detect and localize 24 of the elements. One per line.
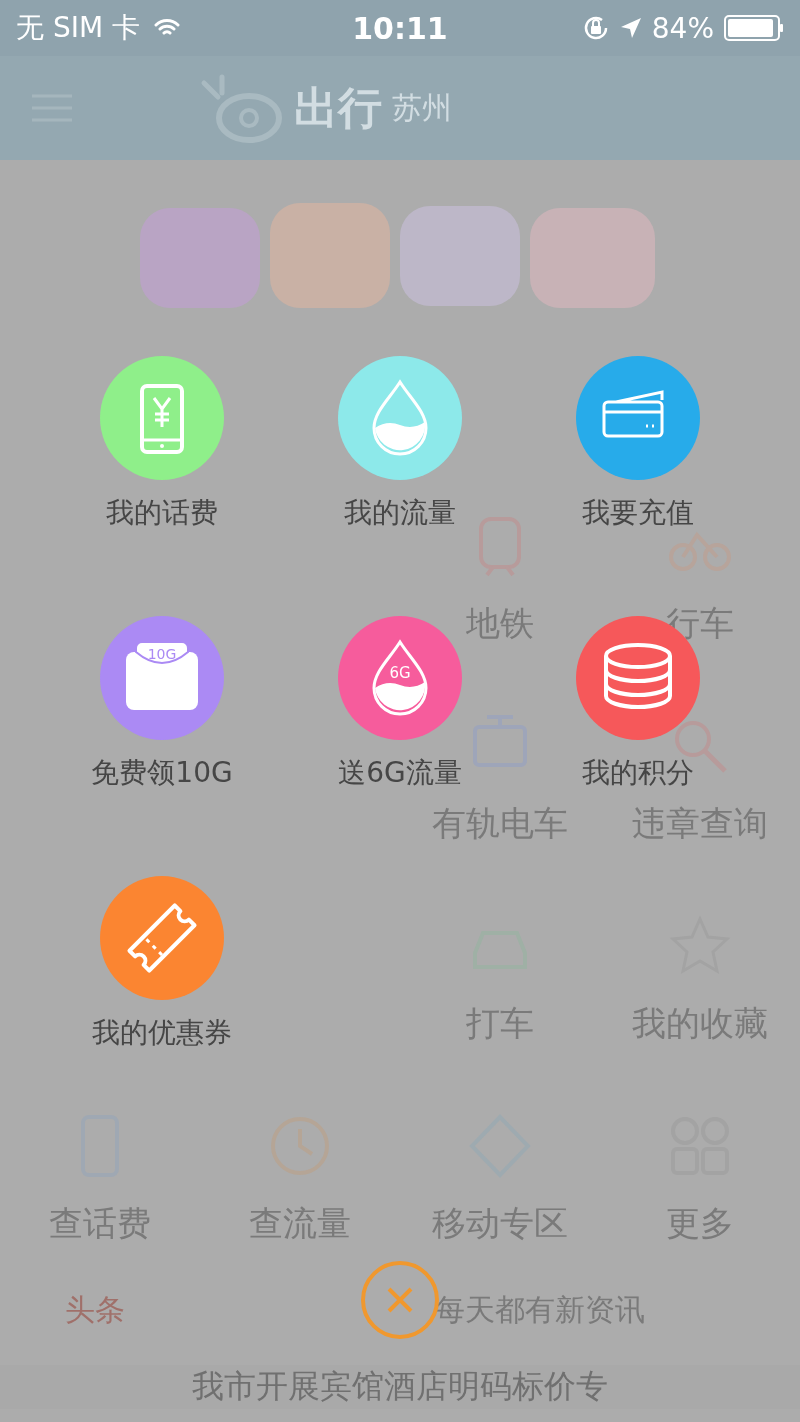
menu-item-label[interactable]: 我要充值 [582, 494, 694, 532]
data-amount: 6G [389, 664, 411, 682]
news-tag: 头条 [65, 1289, 125, 1331]
water-drop-icon[interactable] [338, 356, 462, 480]
menu-item-label[interactable]: 我的优惠券 [92, 1014, 232, 1052]
logo-text: 出行 [294, 80, 382, 135]
carrier-label: 无 SIM 卡 [16, 10, 140, 46]
menu-item-label[interactable]: 送6G流量 [338, 754, 462, 792]
menu-item-label[interactable]: 我的话费 [106, 494, 218, 532]
water-drop-icon[interactable]: 6G [338, 616, 462, 740]
close-icon [386, 1286, 414, 1314]
envelope-icon[interactable]: 10G [100, 616, 224, 740]
location-arrow-icon [619, 17, 642, 39]
menu-item-label[interactable]: 免费领10G [91, 754, 233, 792]
menu-item-label[interactable]: 我的积分 [582, 754, 694, 792]
menu-item-label[interactable]: 我的流量 [344, 494, 456, 532]
clock-time: 10:11 [352, 10, 448, 46]
news-headline: 我市开展宾馆酒店明码标价专 [192, 1366, 608, 1407]
battery-icon [724, 15, 784, 41]
battery-percent: 84% [651, 11, 714, 45]
data-amount: 10G [147, 646, 177, 662]
phone-icon[interactable] [100, 356, 224, 480]
ticket-icon[interactable] [100, 876, 224, 1000]
card-icon[interactable] [576, 356, 700, 480]
